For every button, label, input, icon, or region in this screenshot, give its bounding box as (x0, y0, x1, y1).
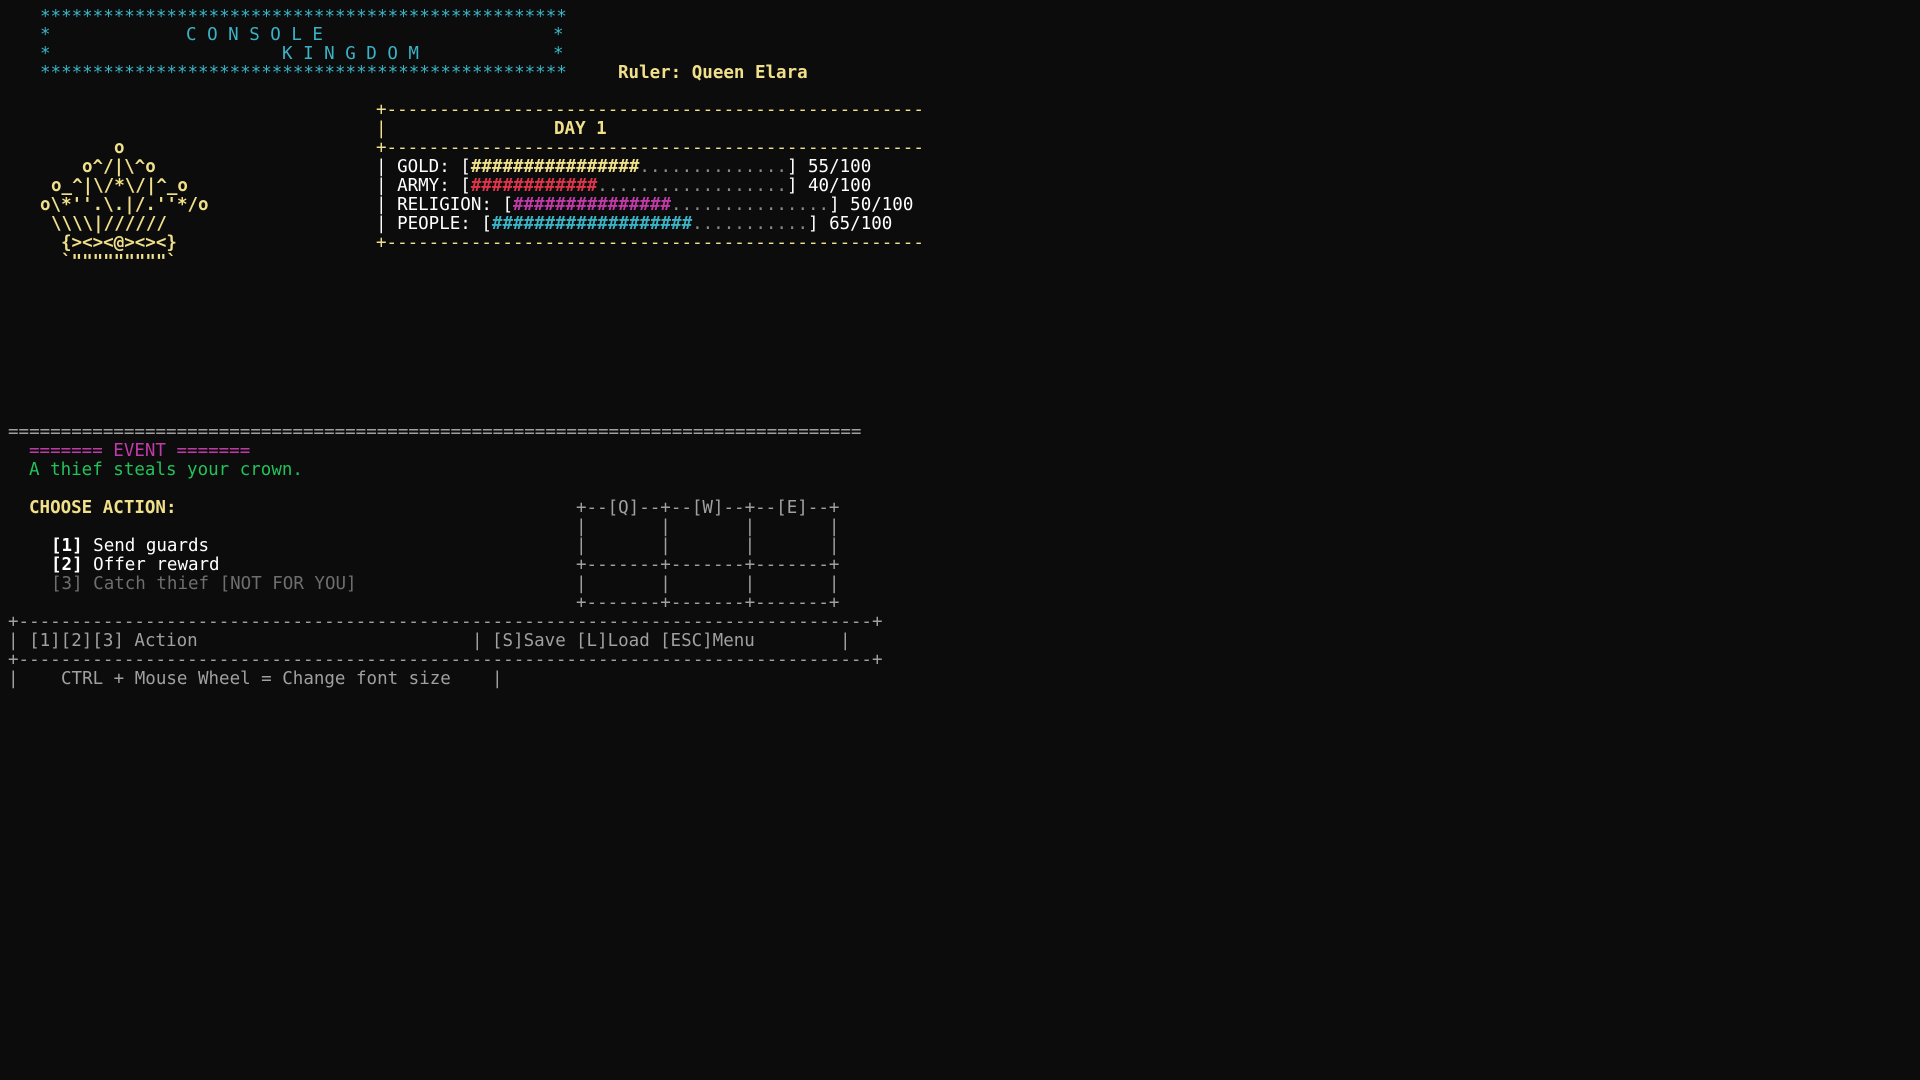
choose-action-label: CHOOSE ACTION: (29, 498, 177, 518)
religion-bar-fill: ############### (512, 195, 672, 215)
keypad-row: +--[Q]--+--[W]--+--[E]--+ (576, 498, 840, 518)
keypad-row: +-------+-------+-------+ (576, 555, 840, 575)
crown-art-line: o_^|\/*\/|^_o (51, 176, 188, 196)
crown-art-line: o\*''.\.|/.''*/o (40, 195, 209, 215)
crown-art-line: o^/|\^o (82, 157, 156, 177)
gold-value: 55/100 (808, 157, 872, 177)
keypad-row: | | | | (576, 517, 840, 537)
stat-row-army: | ARMY: [############..................]… (376, 176, 872, 196)
load-key[interactable]: [L]Load (576, 632, 650, 651)
stats-border: +---------------------------------------… (376, 233, 924, 253)
footer-edge: | (492, 669, 503, 689)
stats-edge: | (376, 119, 387, 139)
stat-row-religion: | RELIGION: [###############............… (376, 195, 914, 215)
footer-separator: | (472, 631, 483, 651)
stat-label: GOLD: (397, 157, 450, 177)
stats-border: +---------------------------------------… (376, 100, 924, 120)
religion-value: 50/100 (850, 195, 914, 215)
people-bar-fill: ################### (491, 214, 693, 234)
action-label: Catch thief [NOT FOR YOU] (93, 574, 357, 594)
event-header: ======= EVENT ======= (29, 441, 251, 461)
action-label: Send guards (93, 536, 210, 556)
religion-bar-empty: ............... (671, 195, 830, 215)
action-key: [3] (51, 574, 83, 594)
keypad-row: | | | | (576, 574, 840, 594)
crown-art-line: \\\\|////// (51, 214, 167, 234)
action-option-2[interactable]: [2] Offer reward (51, 556, 220, 575)
title-console: C O N S O L E (186, 25, 323, 45)
people-bar-empty: ........... (692, 214, 809, 234)
footer-edge: | (840, 631, 851, 651)
banner-edge: * (553, 25, 564, 45)
crown-art-line: {><><@><><} (61, 233, 177, 253)
action-label: Offer reward (93, 555, 220, 575)
event-text: A thief steals your crown. (29, 460, 303, 480)
stat-label: ARMY: (397, 176, 450, 196)
stat-row-people: | PEOPLE: [###################..........… (376, 214, 893, 234)
save-key[interactable]: [S]Save (492, 632, 566, 651)
banner-border-bottom: ****************************************… (40, 63, 567, 83)
gold-bar-fill: ################ (470, 157, 640, 177)
footer-border: +---------------------------------------… (8, 650, 883, 670)
stat-label: PEOPLE: (397, 214, 471, 234)
section-divider: ========================================… (8, 422, 862, 442)
keypad-row: +-------+-------+-------+ (576, 593, 840, 613)
stats-border: +---------------------------------------… (376, 138, 924, 158)
action-option-3-disabled: [3] Catch thief [NOT FOR YOU] (51, 575, 357, 594)
crown-art-line: o (114, 138, 125, 158)
stat-row-gold: | GOLD: [################..............]… (376, 157, 872, 177)
action-key: [1] (51, 536, 83, 556)
banner-edge: * (40, 44, 51, 64)
action-key: [2] (51, 555, 83, 575)
font-size-hint: CTRL + Mouse Wheel = Change font size (61, 669, 451, 689)
footer-border: +---------------------------------------… (8, 612, 883, 632)
people-value: 65/100 (829, 214, 893, 234)
banner-edge: * (553, 44, 564, 64)
army-bar-fill: ############ (470, 176, 598, 196)
army-bar-empty: .................. (597, 176, 787, 196)
gold-bar-empty: .............. (639, 157, 787, 177)
day-label: DAY 1 (554, 119, 607, 139)
stat-label: RELIGION: (397, 195, 492, 215)
ruler-name: Ruler: Queen Elara (618, 63, 808, 83)
title-kingdom: K I N G D O M (282, 44, 419, 64)
action-option-1[interactable]: [1] Send guards (51, 537, 209, 556)
footer-action-hint: | [1][2][3] Action (8, 631, 198, 651)
crown-art-line: `"""""""""` (61, 252, 177, 272)
army-value: 40/100 (808, 176, 872, 196)
menu-key[interactable]: [ESC]Menu (660, 632, 755, 651)
banner-edge: * (40, 25, 51, 45)
keypad-row: | | | | (576, 536, 840, 556)
footer-edge: | (8, 669, 19, 689)
